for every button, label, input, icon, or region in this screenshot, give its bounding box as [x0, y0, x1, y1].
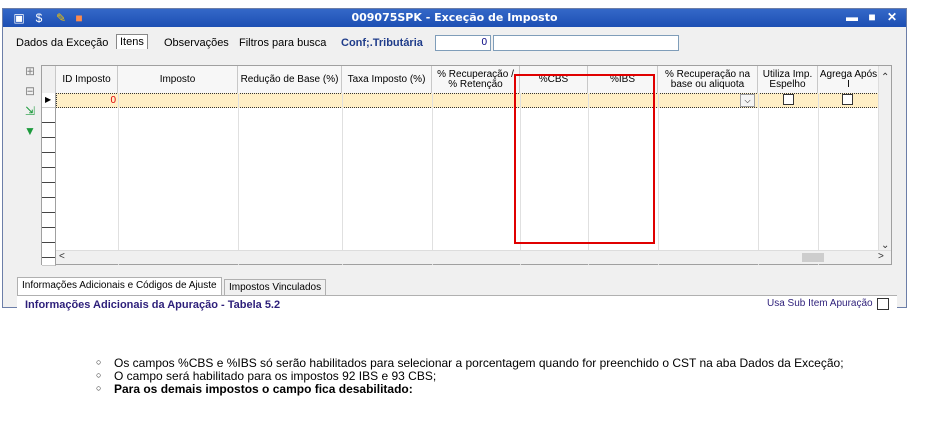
col-imposto[interactable]: Imposto [118, 66, 238, 93]
minimize-button[interactable]: ▬ [843, 10, 861, 25]
conf-tributaria-label: Conf;.Tributária [341, 37, 423, 49]
grid-divider [118, 93, 119, 265]
scroll-thumb[interactable] [802, 253, 824, 262]
grid-divider [658, 93, 659, 265]
grid-toolbar: ⊞ ⊟ ⇲ ▼ [17, 64, 41, 269]
scroll-right-icon[interactable]: > [878, 251, 884, 262]
tab-itens[interactable]: Itens [116, 34, 148, 49]
title-bar: ▣ $ ✎ ■ 009075SPK - Exceção de Imposto ▬… [3, 9, 906, 27]
row-pointer-icon: ▶ [42, 93, 56, 108]
chevron-down-icon[interactable]: ⌵ [740, 94, 755, 107]
items-grid: ID Imposto Imposto Redução de Base (%) T… [41, 65, 892, 266]
highlight-box [514, 74, 655, 244]
bottom-tab-strip: Informações Adicionais e Códigos de Ajus… [17, 275, 897, 296]
move-down-icon[interactable]: ▼ [23, 124, 37, 138]
utiliza-espelho-checkbox[interactable] [783, 94, 794, 105]
horizontal-scrollbar[interactable]: < > [56, 250, 891, 264]
insert-row-icon[interactable]: ⊞ [23, 64, 37, 78]
tab-impostos-vinculados[interactable]: Impostos Vinculados [224, 279, 327, 296]
grid-header: ID Imposto Imposto Redução de Base (%) T… [42, 66, 891, 94]
grid-divider [342, 93, 343, 265]
col-id-imposto[interactable]: ID Imposto [56, 66, 118, 93]
close-button[interactable]: ✕ [883, 10, 901, 25]
panel-title: Informações Adicionais da Apuração - Tab… [25, 299, 281, 311]
exception-window: ▣ $ ✎ ■ 009075SPK - Exceção de Imposto ▬… [2, 8, 907, 316]
tab-informacoes-adicionais[interactable]: Informações Adicionais e Códigos de Ajus… [17, 277, 222, 296]
window-title: 009075SPK - Exceção de Imposto [351, 11, 558, 24]
scroll-left-icon[interactable]: < [59, 251, 65, 262]
agrega-apos-checkbox[interactable] [842, 94, 853, 105]
scroll-up-icon[interactable]: ⌃ [881, 72, 889, 83]
maximize-button[interactable]: ■ [863, 10, 881, 25]
notes-list: Os campos %CBS e %IBS só serão habilitad… [96, 356, 844, 396]
grid-divider [432, 93, 433, 265]
col-reducao-base[interactable]: Redução de Base (%) [238, 66, 342, 93]
grid-divider [238, 93, 239, 265]
col-taxa-imposto[interactable]: Taxa Imposto (%) [342, 66, 432, 93]
vertical-scrollbar[interactable]: ⌃ ⌄ [878, 66, 891, 252]
col-recuperacao-base[interactable]: % Recuperação na base ou aliquota [658, 66, 758, 93]
grid-divider [758, 93, 759, 265]
sub-item-checkbox[interactable] [877, 298, 889, 310]
row-indicator-column [42, 108, 56, 266]
conf-tributaria-description[interactable] [493, 35, 679, 51]
tab-strip: Dados da Exceção Itens Observações Filtr… [3, 33, 906, 55]
tab-observacoes[interactable]: Observações [161, 36, 232, 50]
conf-tributaria-input[interactable]: 0 [435, 35, 491, 51]
sub-item-label: Usa Sub Item Apuração [767, 298, 873, 309]
grid-divider [818, 93, 819, 265]
delete-row-icon[interactable]: ⊟ [23, 84, 37, 98]
apuracao-panel: Informações Adicionais da Apuração - Tab… [17, 295, 897, 316]
row-indicator-header [42, 66, 56, 93]
tab-dados-excecao[interactable]: Dados da Exceção [13, 36, 111, 50]
list-item: Para os demais impostos o campo fica des… [96, 382, 844, 396]
cell-id-imposto[interactable]: 0 [102, 93, 116, 108]
col-recuperacao-retencao[interactable]: % Recuperação / % Retenção [432, 66, 520, 93]
col-utiliza-espelho[interactable]: Utiliza Imp. Espelho [758, 66, 818, 93]
tab-filtros[interactable]: Filtros para busca [236, 36, 329, 50]
col-agrega-apos[interactable]: Agrega Após I [818, 66, 880, 93]
export-icon[interactable]: ⇲ [23, 104, 37, 118]
